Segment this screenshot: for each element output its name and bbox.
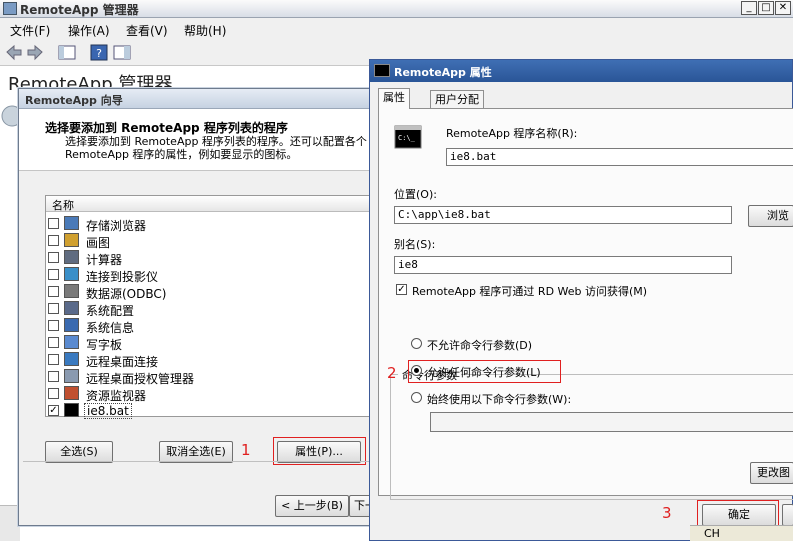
radio-disallow-args[interactable] (411, 338, 422, 349)
list-item[interactable]: 计算器 (48, 249, 378, 267)
item-checkbox[interactable] (48, 371, 59, 382)
server-icon (0, 96, 23, 136)
back-button[interactable]: < 上一步(B) (275, 495, 349, 517)
system-config-icon (64, 301, 79, 315)
item-checkbox[interactable] (48, 354, 59, 365)
browse-button[interactable]: 浏览 (748, 205, 793, 227)
rdweb-checkbox-label: RemoteApp 程序可通过 RD Web 访问获得(M) (412, 285, 648, 298)
menu-help[interactable]: 帮助(H) (184, 22, 226, 39)
wizard-heading: 选择要添加到 RemoteApp 程序列表的程序 (45, 121, 288, 135)
column-name[interactable]: 名称 (52, 197, 74, 213)
item-checkbox[interactable] (48, 337, 59, 348)
menu-action[interactable]: 操作(A) (68, 22, 110, 39)
system-info-icon (64, 318, 79, 332)
wizard-title: RemoteApp 向导 (25, 94, 123, 107)
list-item[interactable]: 连接到投影仪 (48, 266, 378, 284)
wizard-header: 选择要添加到 RemoteApp 程序列表的程序 选择要添加到 RemoteAp… (19, 109, 389, 171)
wordpad-icon (64, 335, 79, 349)
radio-always-use-args[interactable] (411, 392, 422, 403)
properties-title-bar: RemoteApp 属性 (370, 60, 792, 82)
rdweb-checkbox[interactable]: ✓ (396, 284, 407, 295)
item-label: ie8.bat (84, 403, 132, 419)
radio-disallow-args-label: 不允许命令行参数(D) (427, 339, 533, 352)
tab-properties[interactable]: 属性 (378, 88, 410, 109)
list-item[interactable]: 写字板 (48, 334, 378, 352)
item-checkbox[interactable] (48, 286, 59, 297)
odbc-icon (64, 284, 79, 298)
program-icon: C:\_ (394, 125, 422, 149)
item-checkbox[interactable] (48, 320, 59, 331)
annotation-2: 2 (387, 364, 397, 382)
annotation-3: 3 (662, 504, 672, 522)
item-checkbox[interactable] (48, 252, 59, 263)
alias-label: 别名(S): (394, 238, 436, 251)
back-arrow-icon[interactable] (5, 44, 23, 61)
paint-icon (64, 233, 79, 247)
radio-always-use-args-label: 始终使用以下命令行参数(W): (427, 393, 572, 406)
item-checkbox[interactable] (48, 388, 59, 399)
list-item[interactable]: 数据源(ODBC) (48, 283, 378, 301)
cmd-args-field[interactable] (430, 412, 793, 432)
program-list[interactable]: 名称 存储浏览器 画图 计算器 连接到投影仪 数据源(ODBC) 系统配置 系统信息 写字板远… (45, 195, 389, 419)
annotation-1: 1 (241, 441, 251, 459)
item-checkbox[interactable] (48, 303, 59, 314)
remote-desktop-icon (64, 352, 79, 366)
taskbar-tray: CH (690, 525, 793, 541)
menu-file[interactable]: 文件(F) (10, 22, 50, 39)
licensing-manager-icon (64, 369, 79, 383)
program-name-label: RemoteApp 程序名称(R): (446, 127, 578, 140)
storage-explorer-icon (64, 216, 79, 230)
alias-field[interactable]: ie8 (394, 256, 732, 274)
list-header[interactable]: 名称 (46, 196, 388, 212)
console-icon (374, 64, 390, 77)
main-window-title: RemoteApp 管理器 (20, 3, 139, 17)
show-hide-tree-icon[interactable] (58, 44, 76, 61)
change-icon-button[interactable]: 更改图 (750, 462, 793, 484)
main-scrollbar[interactable] (0, 505, 20, 541)
list-item[interactable]: 系统配置 (48, 300, 378, 318)
svg-text:C:\_: C:\_ (398, 134, 416, 142)
item-checkbox[interactable] (48, 269, 59, 280)
app-icon (3, 2, 17, 15)
wizard-title-bar: RemoteApp 向导 (19, 89, 389, 109)
list-item[interactable]: 资源监视器 (48, 385, 378, 403)
location-label: 位置(O): (394, 188, 437, 201)
item-checkbox[interactable]: ✓ (48, 405, 59, 416)
remoteapp-properties-dialog: RemoteApp 属性 属性 用户分配 C:\_ RemoteApp 程序名称… (369, 59, 793, 541)
item-checkbox[interactable] (48, 235, 59, 246)
select-all-button[interactable]: 全选(S) (45, 441, 113, 463)
deselect-all-button[interactable]: 取消全选(E) (159, 441, 233, 463)
minimize-button[interactable]: _ (741, 1, 757, 15)
console-icon (64, 403, 79, 417)
list-item[interactable]: 存储浏览器 (48, 215, 378, 233)
calculator-icon (64, 250, 79, 264)
action-pane-icon[interactable] (113, 44, 131, 61)
forward-arrow-icon[interactable] (26, 44, 44, 61)
list-item[interactable]: 系统信息 (48, 317, 378, 335)
list-item[interactable]: ✓ ie8.bat (48, 402, 378, 419)
projector-icon (64, 267, 79, 281)
list-item[interactable]: 远程桌面连接 (48, 351, 378, 369)
menu-bar: 文件(F) 操作(A) 查看(V) 帮助(H) (0, 18, 793, 40)
wizard-description: 选择要添加到 RemoteApp 程序列表的程序。还可以配置各个 RemoteA… (65, 135, 367, 161)
location-field[interactable]: C:\app\ie8.bat (394, 206, 732, 224)
resource-monitor-icon (64, 386, 79, 400)
remoteapp-wizard: RemoteApp 向导 选择要添加到 RemoteApp 程序列表的程序 选择… (18, 88, 390, 526)
help-icon[interactable]: ? (90, 44, 108, 61)
main-title-bar: RemoteApp 管理器 _ □ ✕ (0, 0, 793, 18)
item-checkbox[interactable] (48, 218, 59, 229)
svg-text:?: ? (96, 47, 102, 60)
program-name-field[interactable]: ie8.bat (446, 148, 793, 166)
list-item[interactable]: 远程桌面授权管理器 (48, 368, 378, 386)
menu-view[interactable]: 查看(V) (126, 22, 168, 39)
close-button[interactable]: ✕ (775, 1, 791, 15)
list-item[interactable]: 画图 (48, 232, 378, 250)
highlight-allow-args (408, 360, 561, 383)
tab-user-assignment[interactable]: 用户分配 (430, 90, 484, 110)
language-indicator[interactable]: CH (704, 527, 720, 540)
cancel-button-partial[interactable] (782, 504, 793, 526)
maximize-button[interactable]: □ (758, 1, 774, 15)
properties-title: RemoteApp 属性 (394, 66, 492, 79)
wizard-separator (23, 461, 385, 462)
